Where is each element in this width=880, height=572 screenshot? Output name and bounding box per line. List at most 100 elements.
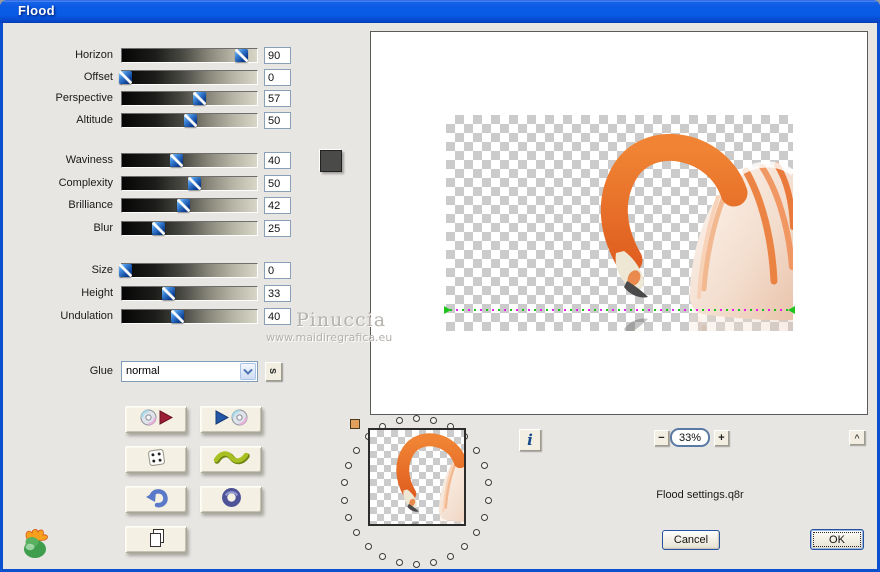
- memory-dot[interactable]: [395, 417, 403, 425]
- slider-label-height: Height: [81, 287, 113, 299]
- slider-value-brilliance[interactable]: [264, 197, 291, 214]
- slider-track-brilliance[interactable]: [121, 198, 258, 213]
- minus-icon: −: [658, 432, 665, 444]
- memory-dot[interactable]: [340, 496, 348, 504]
- slider-thumb-perspective[interactable]: [192, 92, 206, 105]
- slider-thumb-brilliance[interactable]: [176, 199, 190, 212]
- cancel-button[interactable]: Cancel: [662, 530, 720, 550]
- memory-dot[interactable]: [430, 558, 438, 566]
- zoom-out-button[interactable]: −: [654, 430, 669, 446]
- cd-disc-icon: [140, 409, 157, 431]
- wave-button[interactable]: [200, 446, 262, 473]
- slider-track-complexity[interactable]: [121, 176, 258, 191]
- slider-track-blur[interactable]: [121, 221, 258, 236]
- ok-button[interactable]: OK: [810, 529, 864, 550]
- memory-dot[interactable]: [481, 462, 489, 470]
- undo-icon: [144, 487, 168, 513]
- slider-thumb-waviness[interactable]: [170, 154, 183, 167]
- undo-button[interactable]: [125, 486, 187, 513]
- memory-dot[interactable]: [473, 446, 481, 454]
- flood-dialog: Flood Horizon Offset Perspective Altitud…: [0, 0, 880, 572]
- slider-value-offset[interactable]: [264, 69, 291, 86]
- slider-value-waviness[interactable]: [264, 152, 291, 169]
- preview-thumbnail[interactable]: [368, 428, 466, 526]
- memory-dot-saved[interactable]: [350, 419, 360, 429]
- randomize-button[interactable]: [125, 446, 187, 473]
- slider-track-horizon[interactable]: [121, 48, 258, 63]
- memory-dot[interactable]: [352, 529, 360, 537]
- zoom-in-button[interactable]: +: [714, 430, 729, 446]
- memory-dot[interactable]: [379, 552, 387, 560]
- slider-label-offset: Offset: [83, 71, 113, 83]
- memory-dot[interactable]: [473, 529, 481, 537]
- memory-dot[interactable]: [344, 513, 352, 521]
- slider-thumb-size[interactable]: [118, 264, 132, 277]
- memory-dot[interactable]: [364, 542, 372, 550]
- slider-thumb-undulation[interactable]: [171, 310, 185, 323]
- info-button[interactable]: i: [519, 429, 541, 451]
- glue-select[interactable]: normal: [121, 361, 258, 382]
- titlebar[interactable]: Flood: [0, 0, 880, 23]
- slider-value-horizon[interactable]: [264, 47, 291, 64]
- flamingo-image: [446, 115, 793, 331]
- slider-thumb-height[interactable]: [161, 287, 175, 300]
- chevron-down-icon[interactable]: [240, 363, 256, 380]
- preview-panel: [370, 31, 868, 415]
- slider-label-waviness: Waviness: [65, 154, 113, 166]
- slider-track-offset[interactable]: [118, 70, 258, 85]
- memory-dot[interactable]: [413, 415, 420, 422]
- watermark-name: Pinuccia: [296, 309, 387, 331]
- slider-value-altitude[interactable]: [264, 112, 291, 129]
- slider-label-size: Size: [91, 264, 113, 276]
- glue-selected-value: normal: [126, 365, 160, 377]
- cd-disc-icon: [231, 409, 248, 431]
- glue-label: Glue: [89, 365, 113, 377]
- slider-thumb-offset[interactable]: [118, 71, 132, 84]
- slider-track-size[interactable]: [118, 263, 258, 278]
- slider-label-perspective: Perspective: [55, 92, 113, 104]
- slider-thumb-altitude[interactable]: [183, 114, 197, 127]
- slider-track-altitude[interactable]: [121, 113, 258, 128]
- preview-image[interactable]: [446, 115, 793, 331]
- memory-dot[interactable]: [485, 496, 493, 504]
- slider-value-complexity[interactable]: [264, 175, 291, 192]
- slider-track-perspective[interactable]: [121, 91, 258, 106]
- slider-thumb-blur[interactable]: [152, 222, 166, 235]
- slider-value-perspective[interactable]: [264, 90, 291, 107]
- memory-dot[interactable]: [430, 417, 438, 425]
- slider-label-horizon: Horizon: [75, 49, 113, 61]
- glue-style-button[interactable]: s: [265, 362, 282, 381]
- memory-dot[interactable]: [481, 513, 489, 521]
- slider-track-undulation[interactable]: [121, 309, 258, 324]
- wave-icon: [213, 449, 250, 471]
- zoom-level[interactable]: 33%: [670, 428, 710, 447]
- collapse-button[interactable]: ^: [849, 430, 865, 445]
- slider-value-blur[interactable]: [264, 220, 291, 237]
- window-title: Flood: [18, 3, 55, 18]
- slider-track-height[interactable]: [121, 286, 258, 301]
- slider-value-height[interactable]: [264, 285, 291, 302]
- memory-dot[interactable]: [352, 446, 360, 454]
- memory-dot[interactable]: [446, 552, 454, 560]
- memory-dot[interactable]: [344, 462, 352, 470]
- save-preset-button[interactable]: [125, 406, 187, 433]
- slider-value-undulation[interactable]: [264, 308, 291, 325]
- horizon-line[interactable]: [444, 306, 795, 314]
- settings-filename: Flood settings.q8r: [656, 489, 744, 501]
- load-preset-button[interactable]: [200, 406, 262, 433]
- slider-value-size[interactable]: [264, 262, 291, 279]
- copy-button[interactable]: [125, 526, 187, 553]
- ring-button[interactable]: [200, 486, 262, 513]
- memory-dot[interactable]: [340, 479, 348, 487]
- slider-label-altitude: Altitude: [76, 114, 113, 126]
- slider-thumb-complexity[interactable]: [187, 177, 201, 190]
- slider-track-waviness[interactable]: [121, 153, 258, 168]
- memory-dot[interactable]: [461, 542, 469, 550]
- memory-dot[interactable]: [413, 561, 420, 568]
- memory-dot[interactable]: [485, 479, 493, 487]
- watermark-url: www.maidiregrafica.eu: [266, 331, 393, 344]
- slider-thumb-horizon[interactable]: [234, 49, 248, 62]
- color-swatch[interactable]: [320, 150, 342, 172]
- memory-dot[interactable]: [395, 558, 403, 566]
- ring-icon: [221, 487, 242, 513]
